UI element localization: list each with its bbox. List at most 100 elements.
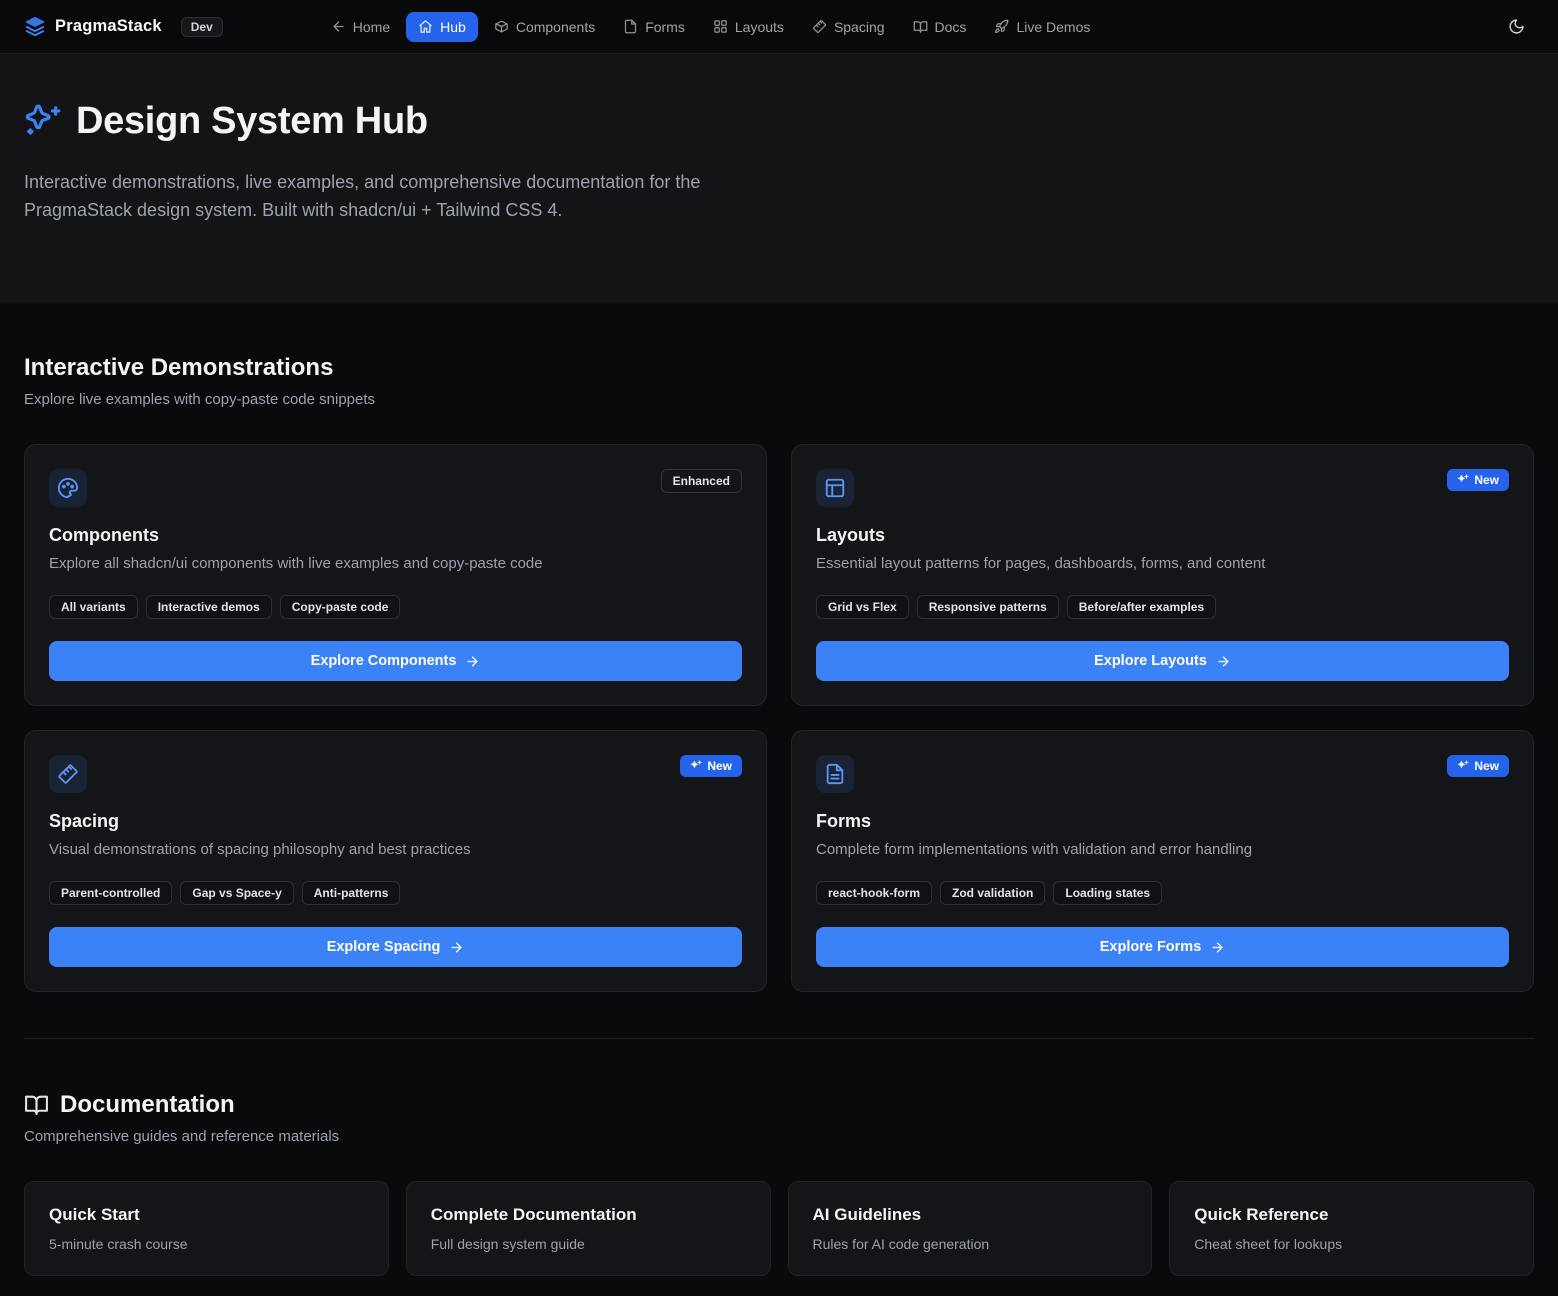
nav-item-label: Docs	[935, 19, 967, 35]
demo-card-description: Essential layout patterns for pages, das…	[816, 555, 1509, 572]
demos-section: Interactive Demonstrations Explore live …	[24, 304, 1534, 992]
file-text-icon	[816, 755, 854, 793]
doc-card-quick-start[interactable]: Quick Start 5-minute crash course	[24, 1181, 389, 1276]
nav-item-label: Forms	[645, 19, 685, 35]
sparkles-icon	[24, 103, 62, 141]
box-icon	[494, 19, 509, 34]
doc-card-ai-guidelines[interactable]: AI Guidelines Rules for AI code generati…	[788, 1181, 1153, 1276]
tag: Responsive patterns	[917, 595, 1059, 619]
doc-card-quick-reference[interactable]: Quick Reference Cheat sheet for lookups	[1169, 1181, 1534, 1276]
tag: Grid vs Flex	[816, 595, 909, 619]
nav-item-hub[interactable]: Hub	[406, 12, 478, 42]
demo-card-description: Complete form implementations with valid…	[816, 841, 1509, 858]
layout-panel-icon	[816, 469, 854, 507]
tag: All variants	[49, 595, 138, 619]
sparkles-icon	[690, 760, 702, 772]
nav-item-live-demos[interactable]: Live Demos	[982, 12, 1102, 42]
ruler-icon	[812, 19, 827, 34]
book-open-icon	[24, 1092, 49, 1117]
ruler-icon	[49, 755, 87, 793]
demo-card-layouts: New Layouts Essential layout patterns fo…	[791, 444, 1534, 706]
nav-item-home[interactable]: Home	[319, 12, 402, 42]
explore-layouts-button[interactable]: Explore Layouts	[816, 641, 1509, 681]
arrow-left-icon	[331, 19, 346, 34]
sparkles-icon	[1457, 760, 1469, 772]
nav-item-label: Home	[353, 19, 390, 35]
nav-item-spacing[interactable]: Spacing	[800, 12, 897, 42]
demo-card-title: Spacing	[49, 811, 742, 832]
env-badge: Dev	[181, 17, 223, 37]
demo-card-components: Enhanced Components Explore all shadcn/u…	[24, 444, 767, 706]
hero-section: Design System Hub Interactive demonstrat…	[0, 54, 1558, 304]
nav-item-label: Live Demos	[1016, 19, 1090, 35]
moon-icon	[1508, 18, 1525, 35]
doc-card-title: Complete Documentation	[431, 1205, 746, 1225]
doc-card-title: Quick Reference	[1194, 1205, 1509, 1225]
nav-item-label: Components	[516, 19, 595, 35]
demo-card-description: Visual demonstrations of spacing philoso…	[49, 841, 742, 858]
doc-cards-grid: Quick Start 5-minute crash course Comple…	[24, 1181, 1534, 1276]
tag: Copy-paste code	[280, 595, 401, 619]
palette-icon	[49, 469, 87, 507]
doc-card-description: Full design system guide	[431, 1236, 746, 1252]
demo-cards-grid: Enhanced Components Explore all shadcn/u…	[24, 444, 1534, 992]
demo-card-title: Forms	[816, 811, 1509, 832]
arrow-right-icon	[465, 653, 480, 669]
nav-item-label: Hub	[440, 19, 466, 35]
nav-item-label: Spacing	[834, 19, 885, 35]
nav-item-forms[interactable]: Forms	[611, 12, 697, 42]
new-badge: New	[1447, 469, 1509, 491]
docs-subheading: Comprehensive guides and reference mater…	[24, 1128, 1534, 1145]
documentation-section: Documentation Comprehensive guides and r…	[24, 1039, 1534, 1296]
doc-card-description: Cheat sheet for lookups	[1194, 1236, 1509, 1252]
new-badge: New	[1447, 755, 1509, 777]
nav-item-components[interactable]: Components	[482, 12, 607, 42]
layout-grid-icon	[713, 19, 728, 34]
doc-card-title: Quick Start	[49, 1205, 364, 1225]
nav-item-docs[interactable]: Docs	[901, 12, 979, 42]
demo-card-title: Layouts	[816, 525, 1509, 546]
rocket-icon	[994, 19, 1009, 34]
tag: Before/after examples	[1067, 595, 1216, 619]
brand[interactable]: PragmaStack Dev	[24, 16, 223, 38]
arrow-right-icon	[1216, 653, 1231, 669]
doc-card-complete-documentation[interactable]: Complete Documentation Full design syste…	[406, 1181, 771, 1276]
layers-logo-icon	[24, 16, 46, 38]
top-navbar: PragmaStack Dev Home Hub Components Fo	[0, 0, 1558, 54]
demos-subheading: Explore live examples with copy-paste co…	[24, 391, 1534, 408]
doc-card-title: AI Guidelines	[813, 1205, 1128, 1225]
arrow-right-icon	[449, 939, 464, 955]
explore-forms-button[interactable]: Explore Forms	[816, 927, 1509, 967]
page-subtitle: Interactive demonstrations, live example…	[24, 169, 772, 225]
explore-spacing-button[interactable]: Explore Spacing	[49, 927, 742, 967]
tag-list: All variants Interactive demos Copy-past…	[49, 595, 742, 619]
theme-toggle-button[interactable]	[1498, 9, 1534, 45]
file-icon	[623, 19, 638, 34]
nav-item-layouts[interactable]: Layouts	[701, 12, 796, 42]
sparkles-icon	[1457, 474, 1469, 486]
demo-card-title: Components	[49, 525, 742, 546]
arrow-right-icon	[1210, 939, 1225, 955]
book-icon	[913, 19, 928, 34]
tag-list: react-hook-form Zod validation Loading s…	[816, 881, 1509, 905]
home-icon	[418, 19, 433, 34]
tag: Parent-controlled	[49, 881, 172, 905]
demo-card-forms: New Forms Complete form implementations …	[791, 730, 1534, 992]
doc-card-description: 5-minute crash course	[49, 1236, 364, 1252]
nav-item-label: Layouts	[735, 19, 784, 35]
explore-components-button[interactable]: Explore Components	[49, 641, 742, 681]
tag: Interactive demos	[146, 595, 272, 619]
tag: Loading states	[1053, 881, 1162, 905]
doc-card-description: Rules for AI code generation	[813, 1236, 1128, 1252]
demos-heading: Interactive Demonstrations	[24, 354, 1534, 382]
tag-list: Parent-controlled Gap vs Space-y Anti-pa…	[49, 881, 742, 905]
docs-heading: Documentation	[60, 1091, 235, 1119]
tag: Anti-patterns	[302, 881, 401, 905]
brand-name: PragmaStack	[55, 17, 162, 36]
tag: Zod validation	[940, 881, 1045, 905]
demo-card-description: Explore all shadcn/ui components with li…	[49, 555, 742, 572]
tag: Gap vs Space-y	[180, 881, 293, 905]
enhanced-badge: Enhanced	[661, 469, 742, 493]
main-nav: Home Hub Components Forms Layouts	[319, 12, 1103, 42]
page-title: Design System Hub	[76, 100, 428, 143]
